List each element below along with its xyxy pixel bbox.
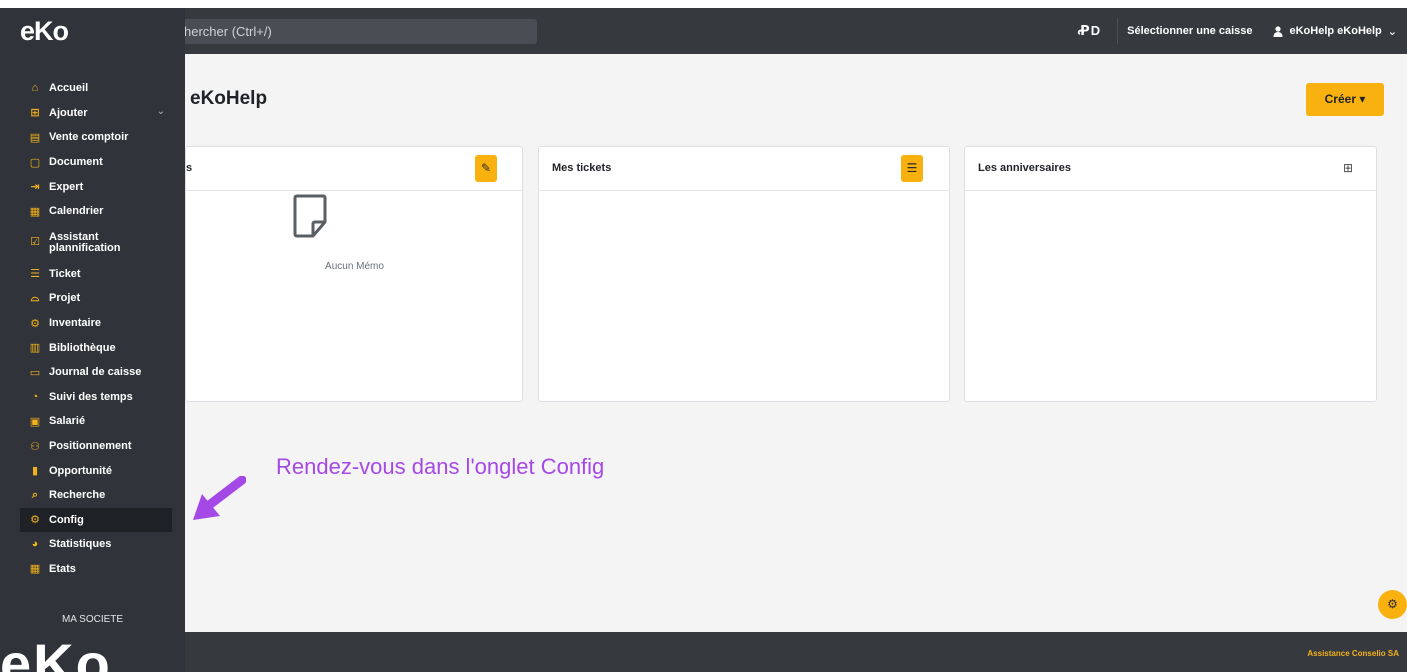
edit-button[interactable]: ✎	[475, 155, 497, 182]
sidebar-item-label: Ajouter	[49, 106, 88, 119]
sidebar-item-label: Projet	[49, 292, 81, 305]
ticket-list-button[interactable]: ☰	[901, 155, 923, 182]
sidebar: eKo ⌂ Accueil ⊞ Ajouter ⌄ ▤ Vente comptoir ▢…	[0, 8, 185, 672]
sidebar-item-label: Document	[49, 156, 103, 169]
sidebar-item-label: Recherche	[49, 489, 106, 502]
sidebar-item-vente-comptoir[interactable]: ▤ Vente comptoir	[0, 125, 185, 150]
sidebar-item-label: Opportunité	[49, 464, 112, 477]
settings-fab[interactable]: ⚙	[1378, 590, 1407, 619]
sidebar-item-suivi-des-temps[interactable]: ◔ Suivi des temps	[0, 385, 185, 410]
sidebar-item-label: Accueil	[49, 82, 89, 95]
sidebar-nav: ⌂ Accueil ⊞ Ajouter ⌄ ▤ Vente comptoir ▢ Docu…	[0, 76, 185, 581]
expert-icon: ⇥	[30, 181, 40, 194]
cake-icon[interactable]: ⊞	[1343, 161, 1353, 175]
sidebar-item-label: Ticket	[49, 267, 81, 280]
sidebar-item-expert[interactable]: ⇥ Expert	[0, 174, 185, 199]
sidebar-item-statistiques[interactable]: ◕ Statistiques	[0, 532, 185, 557]
home-icon: ⌂	[31, 82, 39, 95]
gears-icon: ⚙	[1387, 597, 1398, 611]
sidebar-item-ajouter[interactable]: ⊞ Ajouter ⌄	[0, 101, 185, 126]
chevron-down-icon: ⌄	[1387, 25, 1397, 38]
ticket-list-icon: ☰	[30, 268, 40, 281]
sidebar-item-label: Inventaire	[49, 317, 101, 330]
select-register-button[interactable]: Sélectionner une caisse	[1117, 18, 1261, 44]
sidebar-item-opportunite[interactable]: ▮ Opportunité	[0, 458, 185, 483]
card-header: Les anniversaires ⊞	[965, 147, 1376, 191]
sidebar-item-inventaire[interactable]: ⚙ Inventaire	[0, 311, 185, 336]
birthdays-card: Les anniversaires ⊞	[964, 146, 1377, 402]
sidebar-item-etats[interactable]: ▦ Etats	[0, 557, 185, 582]
card-title: Les anniversaires	[978, 162, 1071, 174]
sidebar-item-label: Calendrier	[49, 205, 104, 218]
sidebar-item-ticket[interactable]: ☰ Ticket	[0, 262, 185, 287]
card-header: Mes tickets ☰	[539, 147, 949, 191]
search-input[interactable]: hercher (Ctrl+/)	[170, 19, 537, 44]
pie-chart-icon: ◕	[31, 538, 39, 551]
sidebar-item-label: Config	[49, 513, 84, 526]
inventory-icon: ⚙	[30, 317, 40, 330]
bar-chart-icon: ▮	[31, 465, 39, 478]
stopwatch-icon: ◔	[31, 390, 39, 403]
sidebar-item-label: Expert	[49, 180, 84, 193]
user-icon	[1273, 25, 1283, 37]
create-button[interactable]: Créer ▾	[1306, 83, 1384, 116]
sticky-note-icon	[293, 194, 327, 238]
sidebar-item-label: Bibliothèque	[49, 341, 116, 354]
sidebar-item-recherche[interactable]: ⌕ Recherche	[0, 483, 185, 508]
sidebar-item-journal-de-caisse[interactable]: ▭ Journal de caisse	[0, 360, 185, 385]
gears-icon: ⚙	[30, 514, 40, 527]
search-icon: ⌕	[31, 488, 39, 501]
report-table-icon: ▦	[29, 563, 41, 576]
sidebar-item-label: Journal de caisse	[49, 366, 142, 379]
app-logo[interactable]: eKo	[20, 16, 69, 47]
sidebar-item-accueil[interactable]: ⌂ Accueil	[0, 76, 185, 101]
empty-state-text: Aucun Mémo	[325, 261, 384, 272]
sidebar-footer-logo: eKo	[0, 632, 112, 672]
positioning-icon: ⚇	[30, 440, 40, 453]
user-menu[interactable]: eKoHelp eKoHelp ⌄	[1261, 25, 1397, 38]
tickets-card: Mes tickets ☰	[538, 146, 950, 402]
top-bar-right: ꝒD Sélectionner une caisse eKoHelp eKoHe…	[1077, 8, 1397, 54]
layout-toggle-icon[interactable]: ꝒD	[1077, 23, 1101, 39]
sidebar-item-calendrier[interactable]: ▦ Calendrier	[0, 199, 185, 224]
annotation-text: Rendez-vous dans l'onglet Config	[276, 454, 605, 479]
plus-square-icon: ⊞	[30, 107, 40, 120]
sidebar-item-label: Salarié	[49, 415, 86, 428]
card-title: s	[186, 162, 193, 174]
sidebar-item-salarie[interactable]: ▣ Salarié	[0, 409, 185, 434]
calendar-icon: ▦	[29, 205, 41, 218]
cash-register-icon: ▭	[29, 366, 41, 379]
list-icon: ▤	[29, 131, 41, 144]
sidebar-item-label: Etats	[49, 562, 76, 575]
sidebar-item-label: Vente comptoir	[49, 131, 129, 144]
folder-open-icon: ⌓	[30, 291, 40, 304]
sidebar-item-bibliotheque[interactable]: ▥ Bibliothèque	[0, 335, 185, 360]
top-bar: hercher (Ctrl+/) ꝒD Sélectionner une cai…	[0, 8, 1407, 54]
arrow-annotation-icon	[193, 476, 246, 520]
footer-company-link[interactable]: Assistance Conselio SA	[1307, 649, 1399, 658]
footer: Assistance Conselio SA	[0, 632, 1407, 672]
page-title: eKoHelp	[190, 88, 268, 109]
library-icon: ▥	[29, 342, 41, 355]
memo-card: s ✎ Aucun Mémo	[185, 146, 523, 402]
company-name: MA SOCIETE	[61, 614, 124, 625]
sidebar-item-label: Assistant plannification	[49, 230, 121, 254]
employee-badge-icon: ▣	[29, 415, 41, 428]
sidebar-item-label: Positionnement	[49, 440, 132, 453]
sidebar-item-positionnement[interactable]: ⚇ Positionnement	[0, 434, 185, 459]
chevron-down-icon: ⌄	[156, 105, 165, 117]
sidebar-item-label: Suivi des temps	[49, 390, 133, 403]
sidebar-item-projet[interactable]: ⌓ Projet	[0, 286, 185, 311]
sidebar-item-config[interactable]: ⚙ Config	[20, 507, 172, 533]
sidebar-item-document[interactable]: ▢ Document	[0, 150, 185, 175]
card-header: s ✎	[186, 147, 522, 191]
user-name: eKoHelp eKoHelp	[1289, 25, 1382, 37]
calendar-check-icon: ☑	[30, 236, 40, 249]
sidebar-item-label: Statistiques	[49, 538, 112, 551]
app-window: hercher (Ctrl+/) ꝒD Sélectionner une cai…	[0, 8, 1407, 672]
sidebar-item-assistant-plannification[interactable]: ☑ Assistant plannification	[0, 224, 185, 262]
document-icon: ▢	[29, 156, 41, 169]
card-title: Mes tickets	[552, 162, 612, 174]
